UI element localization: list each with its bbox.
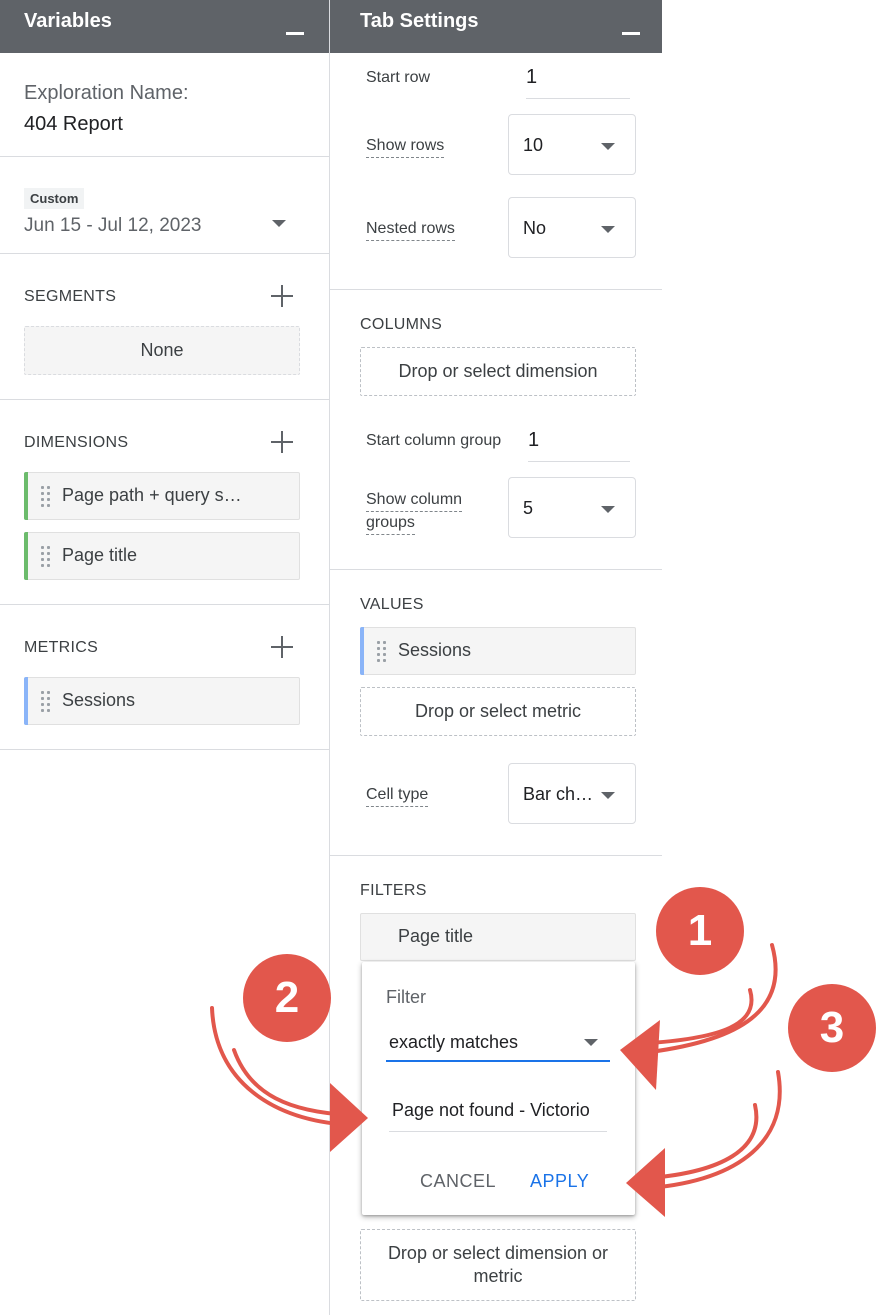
arrow-1-line-inner <box>648 988 754 1045</box>
arrow-3-line-outer <box>648 1070 782 1190</box>
annotation-arrows <box>210 943 782 1217</box>
arrow-3-head <box>626 1148 665 1217</box>
arrow-3-line-inner <box>648 1103 759 1180</box>
annotation-badge-1: 1 <box>656 887 744 975</box>
arrow-1-head <box>620 1020 660 1090</box>
annotation-badge-2: 2 <box>243 954 331 1042</box>
annotation-badge-3: 3 <box>788 984 876 1072</box>
arrow-2-head <box>330 1083 368 1152</box>
